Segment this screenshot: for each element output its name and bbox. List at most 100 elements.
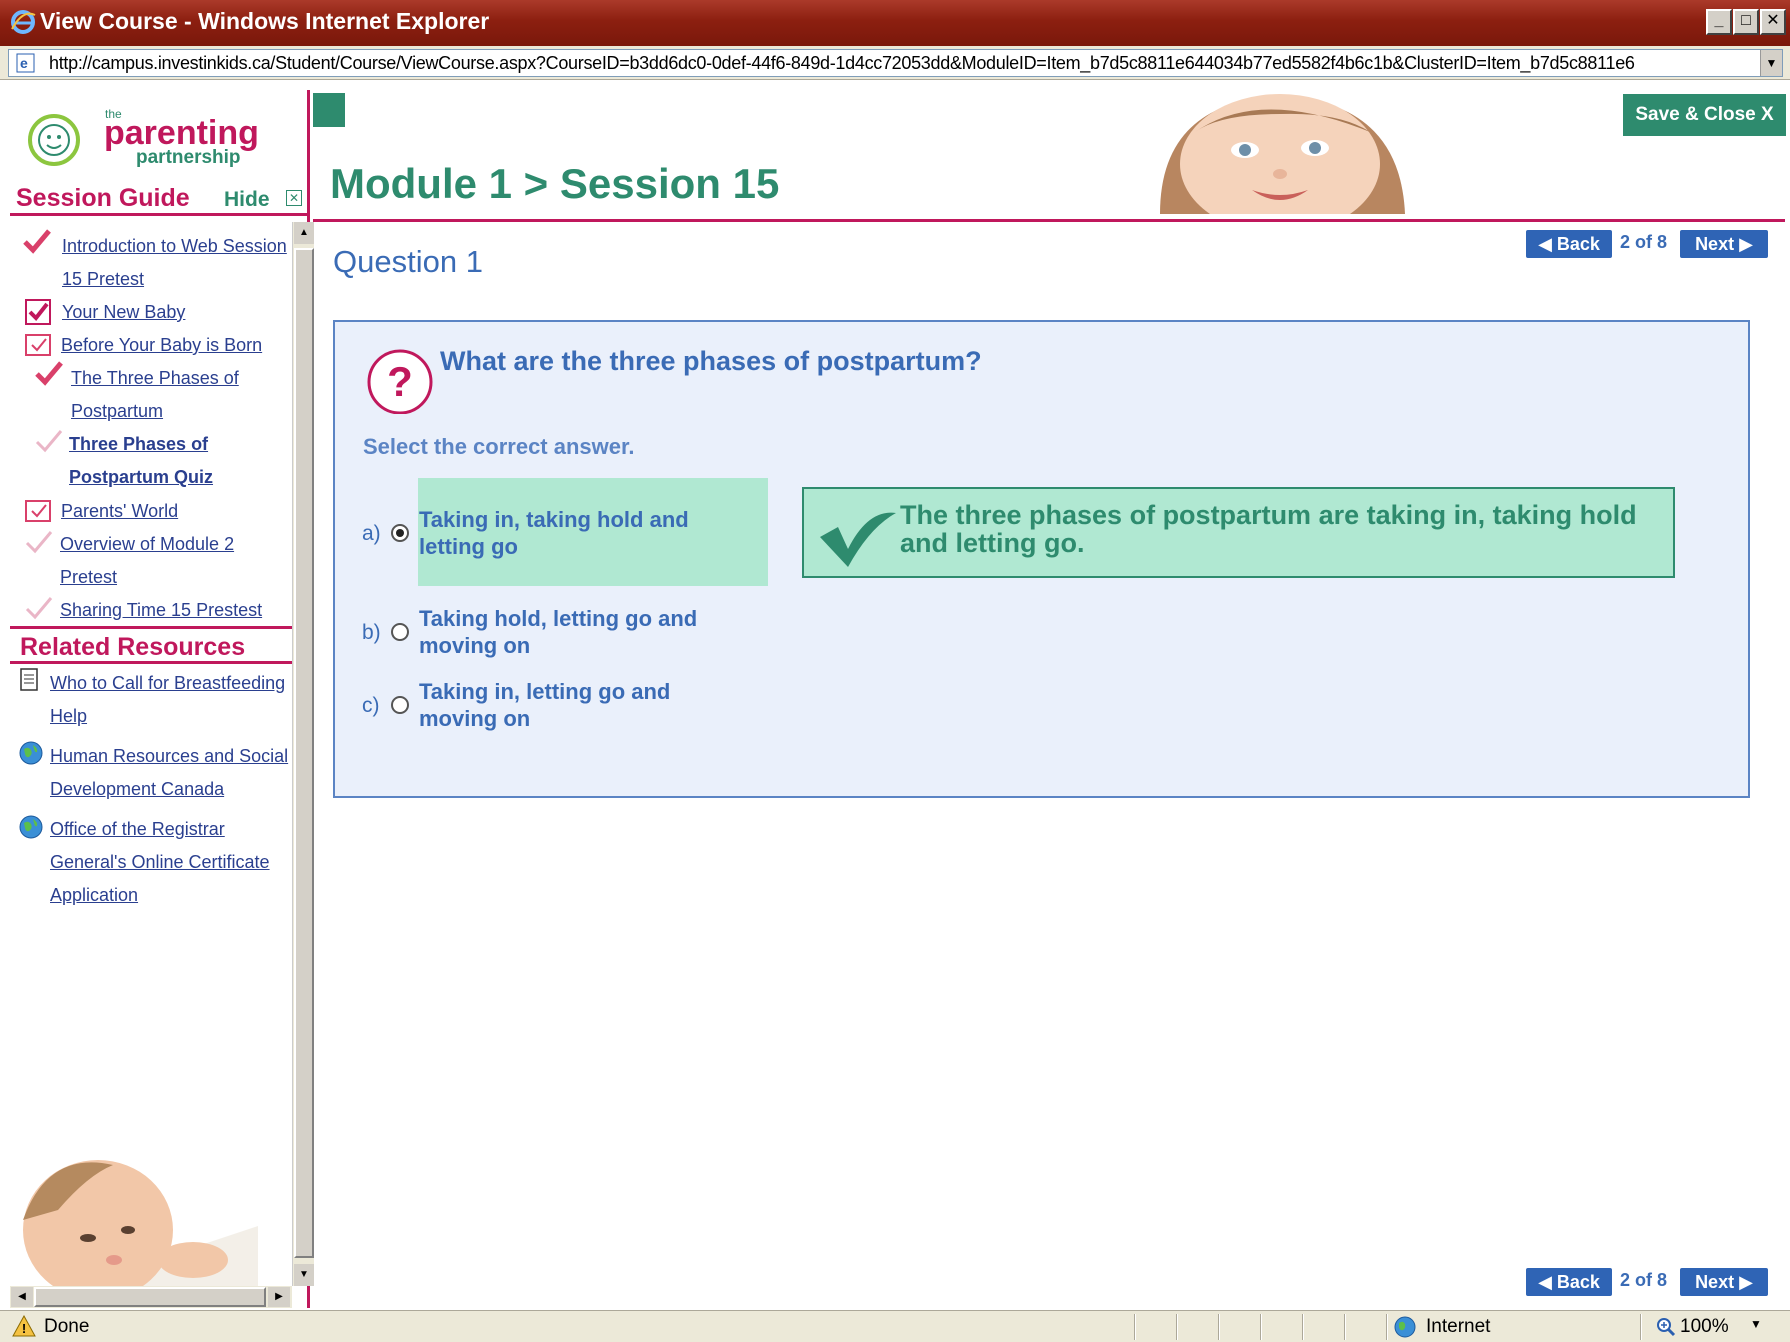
address-field[interactable]: e http://campus.investinkids.ca/Student/…	[8, 49, 1783, 77]
address-bar: e http://campus.investinkids.ca/Student/…	[0, 46, 1790, 80]
globe-icon	[19, 815, 43, 839]
resource-hrsdc[interactable]: Human Resources and Social	[50, 740, 294, 773]
feedback-text: The three phases of postpartum are takin…	[900, 500, 1637, 558]
security-zone-text[interactable]: Internet	[1426, 1316, 1490, 1338]
sidebar-item-parents-world[interactable]: Parents' World	[61, 495, 178, 528]
scrollbar-thumb-horizontal[interactable]	[34, 1287, 266, 1307]
sidebar-item-intro-web-session[interactable]: Introduction to Web Session	[62, 230, 287, 263]
status-separator	[1386, 1314, 1388, 1340]
option-b-letter: b)	[362, 621, 381, 644]
question-text: What are the three phases of postpartum?	[440, 346, 982, 376]
check-outline-icon	[25, 597, 53, 620]
status-separator	[1640, 1314, 1642, 1340]
internet-zone-icon	[1394, 1316, 1416, 1338]
scroll-down-arrow-icon[interactable]: ▼	[294, 1264, 314, 1286]
resource-registrar-cont2[interactable]: Application	[50, 879, 138, 912]
status-separator	[1134, 1314, 1136, 1340]
zoom-dropdown-icon[interactable]: ▼	[1750, 1317, 1762, 1331]
svg-text:e: e	[20, 55, 28, 71]
sidebar-item-sharing-time[interactable]: Sharing Time 15 Prestest	[60, 594, 262, 627]
answer-feedback: The three phases of postpartum are takin…	[802, 487, 1675, 578]
sidebar-item-three-phases-quiz-cont[interactable]: Postpartum Quiz	[69, 461, 213, 494]
module-title: Module 1 > Session 15	[330, 160, 780, 207]
sidebar-item-three-phases-cont[interactable]: Postpartum	[71, 395, 163, 428]
zoom-icon[interactable]	[1656, 1317, 1676, 1337]
status-bar: ! Done Internet 100% ▼	[0, 1310, 1790, 1342]
url-text[interactable]: http://campus.investinkids.ca/Student/Co…	[49, 53, 1635, 74]
related-resources-title: Related Resources	[20, 633, 246, 661]
sidebar-horizontal-scrollbar[interactable]: ◀ ▶	[10, 1286, 292, 1308]
hide-sidebar-button[interactable]: Hide	[224, 188, 270, 212]
back-button[interactable]: ◀ Back	[1526, 230, 1612, 258]
option-c-text[interactable]: Taking in, letting go and moving on	[419, 678, 670, 732]
hide-close-icon[interactable]: ✕	[286, 190, 302, 206]
answer-instruction: Select the correct answer.	[363, 434, 635, 459]
zoom-level[interactable]: 100%	[1680, 1316, 1729, 1338]
svg-text:?: ?	[387, 358, 413, 405]
checkbox-checked-icon	[25, 299, 51, 325]
sidebar-item-your-new-baby[interactable]: Your New Baby	[62, 296, 185, 329]
resource-hrsdc-cont[interactable]: Development Canada	[50, 773, 224, 806]
next-button-bottom[interactable]: Next ▶	[1680, 1268, 1768, 1296]
option-a-letter: a)	[362, 522, 381, 545]
resource-breastfeeding-help[interactable]: Who to Call for Breastfeeding	[50, 667, 294, 700]
folder-check-icon	[25, 334, 51, 356]
resource-registrar-cont[interactable]: General's Online Certificate	[50, 846, 270, 879]
option-a-text[interactable]: Taking in, taking hold and letting go	[419, 506, 689, 560]
svg-text:partnership: partnership	[136, 147, 241, 168]
question-mark-icon: ?	[367, 349, 433, 414]
correct-check-icon	[820, 512, 896, 567]
check-outline-icon	[35, 430, 63, 453]
scroll-right-arrow-icon[interactable]: ▶	[268, 1287, 290, 1307]
address-dropdown-icon[interactable]: ▼	[1760, 50, 1782, 76]
close-button[interactable]: ✕	[1760, 9, 1786, 35]
resource-breastfeeding-help-cont[interactable]: Help	[50, 700, 87, 733]
status-separator	[1176, 1314, 1178, 1340]
back-button-bottom[interactable]: ◀ Back	[1526, 1268, 1612, 1296]
baby-photo-header	[1140, 92, 1420, 214]
maximize-button[interactable]: □	[1733, 9, 1759, 35]
status-separator	[1302, 1314, 1304, 1340]
document-icon	[20, 668, 38, 691]
ie-logo-icon	[11, 10, 36, 34]
svg-text:!: !	[22, 1321, 26, 1336]
window-titlebar: View Course - Windows Internet Explorer …	[0, 0, 1790, 46]
option-c-letter: c)	[362, 694, 380, 717]
option-a-radio[interactable]	[391, 524, 409, 542]
sidebar-item-overview-module-2[interactable]: Overview of Module 2	[60, 528, 234, 561]
question-title: Question 1	[333, 244, 483, 279]
sidebar-item-three-phases[interactable]: The Three Phases of	[71, 362, 239, 395]
warning-icon: !	[12, 1315, 36, 1337]
next-button[interactable]: Next ▶	[1680, 230, 1768, 258]
check-mark-icon	[35, 361, 63, 386]
globe-icon	[19, 741, 43, 765]
minimize-button[interactable]: _	[1706, 9, 1732, 35]
save-close-button[interactable]: Save & Close X	[1623, 94, 1786, 136]
status-text: Done	[44, 1316, 90, 1337]
sidebar-item-overview-module-2-cont[interactable]: Pretest	[60, 561, 117, 594]
header-accent-square	[313, 93, 345, 127]
option-b-radio[interactable]	[391, 623, 409, 641]
sidebar-vertical-scrollbar[interactable]: ▲ ▼	[292, 222, 314, 1286]
resource-registrar[interactable]: Office of the Registrar	[50, 813, 225, 846]
scroll-up-arrow-icon[interactable]: ▲	[294, 222, 314, 244]
related-resources-header: Related Resources	[10, 626, 300, 664]
sidebar-item-before-baby-born[interactable]: Before Your Baby is Born	[61, 329, 262, 362]
sidebar-item-three-phases-quiz[interactable]: Three Phases of	[69, 428, 208, 461]
baby-photo-small	[18, 1130, 258, 1286]
status-separator	[1344, 1314, 1346, 1340]
session-guide-title: Session Guide	[16, 184, 190, 212]
folder-check-icon	[25, 500, 51, 522]
question-nav-top: ◀ Back 2 of 8 Next ▶	[1526, 230, 1768, 260]
option-b-text[interactable]: Taking hold, letting go and moving on	[419, 605, 697, 659]
scrollbar-thumb[interactable]	[294, 248, 314, 1258]
status-separator	[1260, 1314, 1262, 1340]
scroll-left-arrow-icon[interactable]: ◀	[11, 1287, 33, 1307]
ie-page-icon: e	[16, 53, 35, 73]
check-outline-icon	[25, 531, 53, 554]
page-counter-bottom: 2 of 8	[1620, 1270, 1668, 1290]
option-c-radio[interactable]	[391, 696, 409, 714]
sidebar-item-intro-web-session-cont[interactable]: 15 Pretest	[62, 263, 144, 296]
page-counter: 2 of 8	[1620, 232, 1668, 252]
session-guide-header: Session Guide Hide ✕	[10, 180, 310, 216]
